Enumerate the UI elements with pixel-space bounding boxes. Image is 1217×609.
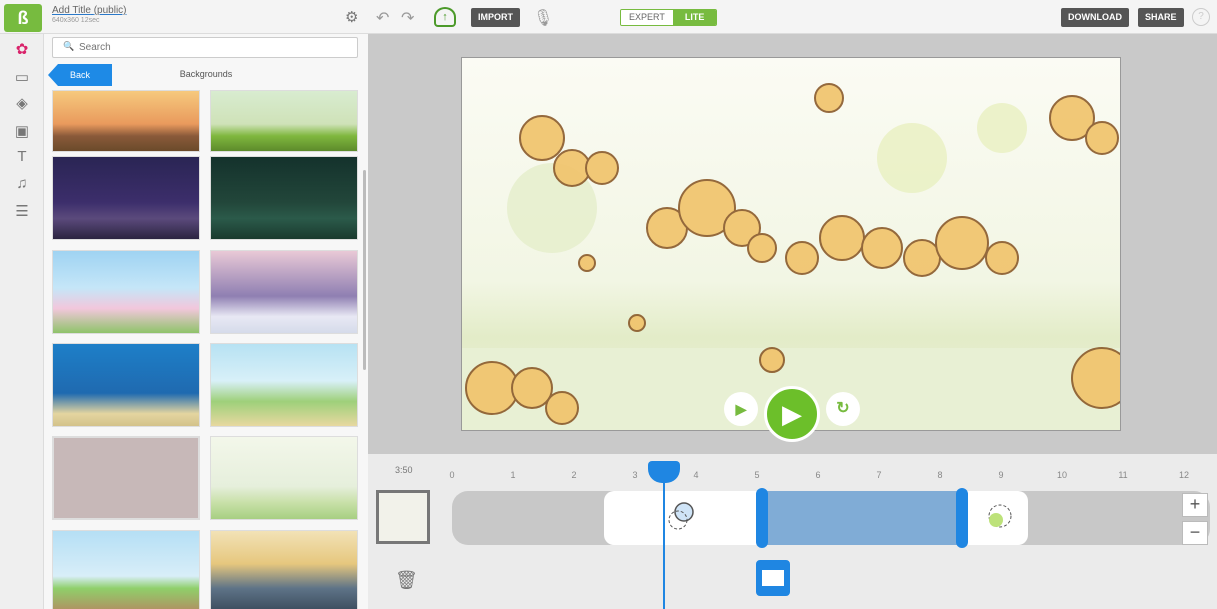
background-night-city[interactable] bbox=[52, 156, 200, 240]
undo-icon[interactable]: ↶ bbox=[376, 8, 389, 28]
download-button[interactable]: DOWNLOAD bbox=[1061, 8, 1129, 27]
library-panel: 🔍 Back Backgrounds bbox=[44, 34, 368, 609]
selected-range[interactable] bbox=[760, 491, 962, 545]
app-logo-icon[interactable]: ß bbox=[4, 4, 42, 32]
background-grassland[interactable] bbox=[210, 90, 358, 152]
background-office[interactable] bbox=[210, 436, 358, 520]
microphone-icon[interactable]: 🎙 bbox=[533, 8, 553, 28]
timeline-tick: 8 bbox=[937, 470, 943, 480]
project-meta: 640x360 12sec bbox=[52, 17, 100, 24]
timeline-tick: 2 bbox=[571, 470, 577, 480]
timeline-tick: 4 bbox=[693, 470, 699, 480]
mode-expert-button[interactable]: EXPERT bbox=[621, 10, 673, 25]
panel-scrollbar[interactable] bbox=[363, 170, 366, 370]
stage-scene-art bbox=[462, 83, 1120, 430]
replay-icon[interactable]: ↻ bbox=[826, 392, 860, 426]
help-icon[interactable]: ? bbox=[1192, 8, 1210, 26]
trash-icon[interactable]: 🗑 bbox=[395, 570, 418, 591]
background-road[interactable] bbox=[210, 530, 358, 609]
project-title[interactable]: Add Title bbox=[52, 5, 91, 16]
image-icon[interactable]: ▣ bbox=[12, 122, 32, 140]
current-time-label: 3:50 bbox=[395, 465, 413, 475]
panel-title: Backgrounds bbox=[179, 69, 233, 79]
timeline-tick: 3 bbox=[632, 470, 638, 480]
timeline-tick: 6 bbox=[815, 470, 821, 480]
share-button[interactable]: SHARE bbox=[1138, 8, 1184, 27]
background-winter[interactable] bbox=[210, 250, 358, 334]
zoom-in-button[interactable]: + bbox=[1182, 493, 1208, 517]
timeline-tick: 10 bbox=[1056, 470, 1067, 480]
import-button[interactable]: IMPORT bbox=[471, 8, 520, 27]
visibility-label: (public) bbox=[93, 5, 127, 16]
search-box: 🔍 bbox=[52, 37, 358, 58]
title-block: Add Title (public) 640x360 12sec bbox=[52, 5, 127, 24]
timeline-tick: 9 bbox=[998, 470, 1004, 480]
step-forward-icon[interactable]: ▶ bbox=[724, 392, 758, 426]
keyframe-thumbnail[interactable] bbox=[756, 560, 790, 596]
background-desert[interactable] bbox=[52, 90, 200, 152]
zoom-in-effect-icon[interactable] bbox=[668, 500, 700, 532]
background-village[interactable] bbox=[210, 343, 358, 427]
search-input[interactable] bbox=[79, 40, 349, 55]
text-icon[interactable]: T bbox=[12, 148, 32, 166]
scene-icon[interactable]: ✿ bbox=[12, 40, 32, 58]
background-grid-tiles[interactable] bbox=[52, 436, 200, 520]
settings-gear-icon[interactable]: ⚙ bbox=[345, 8, 358, 26]
scene-thumbnail[interactable] bbox=[376, 490, 430, 544]
character-icon[interactable]: ◈ bbox=[12, 94, 32, 112]
play-button[interactable]: ▶ bbox=[764, 386, 820, 442]
mode-lite-button[interactable]: LITE bbox=[672, 10, 717, 25]
timeline-tick: 0 bbox=[449, 470, 455, 480]
mode-toggle: EXPERT LITE bbox=[620, 9, 718, 26]
range-start-handle[interactable] bbox=[756, 488, 768, 548]
timeline-tick: 11 bbox=[1118, 470, 1128, 480]
upload-cloud-icon[interactable]: ↑ bbox=[434, 7, 456, 27]
zoom-out-button[interactable]: − bbox=[1182, 521, 1208, 545]
background-sakura[interactable] bbox=[52, 250, 200, 334]
music-icon[interactable]: ♫ bbox=[12, 175, 32, 193]
timeline-tick: 5 bbox=[754, 470, 760, 480]
playhead-line bbox=[663, 472, 665, 609]
background-hills[interactable] bbox=[52, 530, 200, 609]
back-button[interactable]: Back bbox=[48, 64, 112, 86]
background-spooky[interactable] bbox=[210, 156, 358, 240]
camera-icon[interactable]: ▭ bbox=[12, 68, 32, 86]
tool-rail: ✿ ▭ ◈ ▣ T ♫ ☰ bbox=[0, 34, 44, 609]
search-icon: 🔍 bbox=[63, 41, 75, 51]
top-toolbar: ß Add Title (public) 640x360 12sec ⚙ ↶ ↷… bbox=[0, 0, 1217, 34]
timeline-tick: 7 bbox=[876, 470, 882, 480]
props-icon[interactable]: ☰ bbox=[12, 202, 32, 220]
background-grid bbox=[52, 90, 362, 609]
stage-canvas[interactable] bbox=[461, 57, 1121, 431]
timeline-tick: 1 bbox=[510, 470, 516, 480]
fade-effect-icon[interactable] bbox=[984, 500, 1016, 532]
timeline-tick: 12 bbox=[1178, 470, 1189, 480]
range-end-handle[interactable] bbox=[956, 488, 968, 548]
background-underwater[interactable] bbox=[52, 343, 200, 427]
redo-icon[interactable]: ↷ bbox=[401, 8, 414, 28]
